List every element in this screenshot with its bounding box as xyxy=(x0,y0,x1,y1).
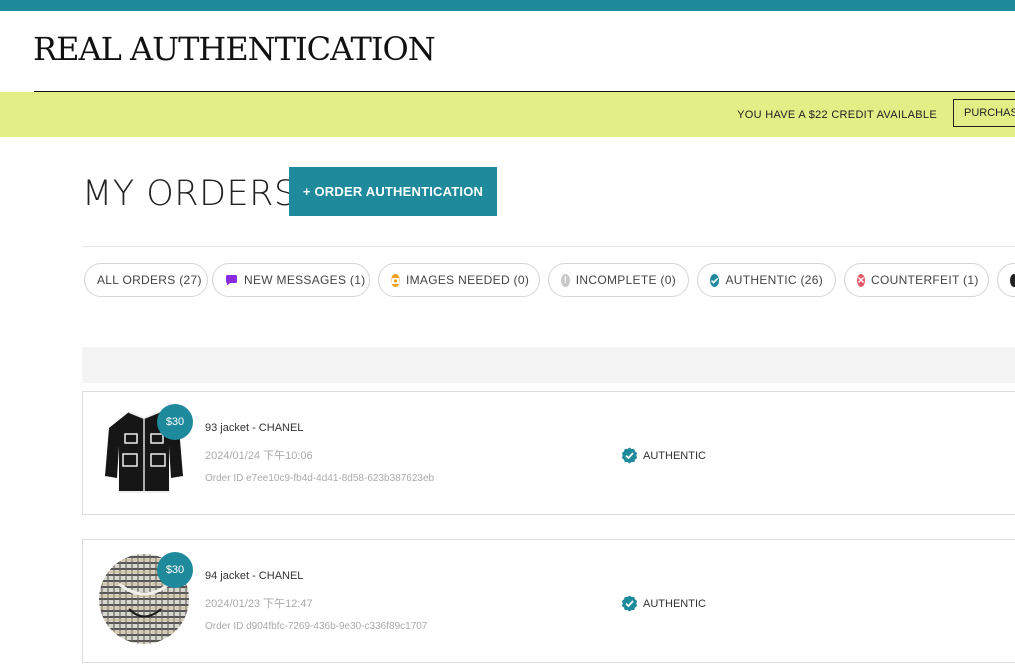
order-name[interactable]: 94 jacket - CHANEL xyxy=(205,570,303,582)
credit-banner: YOU HAVE A $22 CREDIT AVAILABLE PURCHASE xyxy=(0,92,1015,137)
filter-all-orders[interactable]: ALL ORDERS (27) xyxy=(84,263,208,297)
filter-new-messages[interactable]: NEW MESSAGES (1) xyxy=(212,263,370,297)
filter-authentic[interactable]: AUTHENTIC (26) xyxy=(697,263,836,297)
section-divider xyxy=(82,246,1015,247)
status-label: AUTHENTIC xyxy=(643,449,706,462)
price-badge: $30 xyxy=(157,404,193,440)
order-id: Order ID d904fbfc-7269-436b-9e30-c336f89… xyxy=(205,621,428,632)
order-card[interactable]: $30 93 jacket - CHANEL 2024/01/24 下午10:0… xyxy=(82,391,1015,515)
order-card[interactable]: $30 94 jacket - CHANEL 2024/01/23 下午12:4… xyxy=(82,539,1015,663)
filter-label: INCOMPLETE (0) xyxy=(575,273,676,287)
order-name[interactable]: 93 jacket - CHANEL xyxy=(205,422,303,434)
x-circle-icon xyxy=(857,273,865,287)
order-id: Order ID e7ee10c9-fb4d-4d41-8d58-623b387… xyxy=(205,473,435,484)
orders-table-header xyxy=(82,347,1015,383)
order-status: AUTHENTIC xyxy=(621,595,706,612)
verified-badge-icon xyxy=(621,595,638,612)
filter-label: ALL ORDERS (27) xyxy=(97,273,202,287)
order-status: AUTHENTIC xyxy=(621,447,706,464)
chat-bubble-icon xyxy=(225,274,238,287)
exclamation-icon: ! xyxy=(561,273,570,287)
filter-images-needed[interactable]: IMAGES NEEDED (0) xyxy=(378,263,540,297)
filter-label: IMAGES NEEDED (0) xyxy=(406,273,530,287)
credit-text: YOU HAVE A $22 CREDIT AVAILABLE xyxy=(737,109,937,121)
order-authentication-button[interactable]: + ORDER AUTHENTICATION xyxy=(289,167,497,216)
verified-badge-icon xyxy=(621,447,638,464)
order-date: 2024/01/24 下午10:06 xyxy=(205,450,313,462)
filter-incomplete[interactable]: ! INCOMPLETE (0) xyxy=(548,263,689,297)
filter-label: NEW MESSAGES (1) xyxy=(244,273,366,287)
page-title: MY ORDERS xyxy=(82,174,297,214)
filter-more-icon xyxy=(1010,273,1015,287)
brand-logo[interactable]: REAL AUTHENTICATION xyxy=(33,30,436,68)
camera-icon xyxy=(391,273,400,287)
top-accent-bar xyxy=(0,0,1015,11)
verified-check-icon xyxy=(710,273,720,287)
purchase-button[interactable]: PURCHASE xyxy=(953,99,1015,127)
filter-more[interactable] xyxy=(997,263,1015,297)
filter-label: COUNTERFEIT (1) xyxy=(871,273,979,287)
filter-label: AUTHENTIC (26) xyxy=(725,273,823,287)
status-label: AUTHENTIC xyxy=(643,597,706,610)
order-date: 2024/01/23 下午12:47 xyxy=(205,598,313,610)
filter-counterfeit[interactable]: COUNTERFEIT (1) xyxy=(844,263,989,297)
price-badge: $30 xyxy=(157,552,193,588)
